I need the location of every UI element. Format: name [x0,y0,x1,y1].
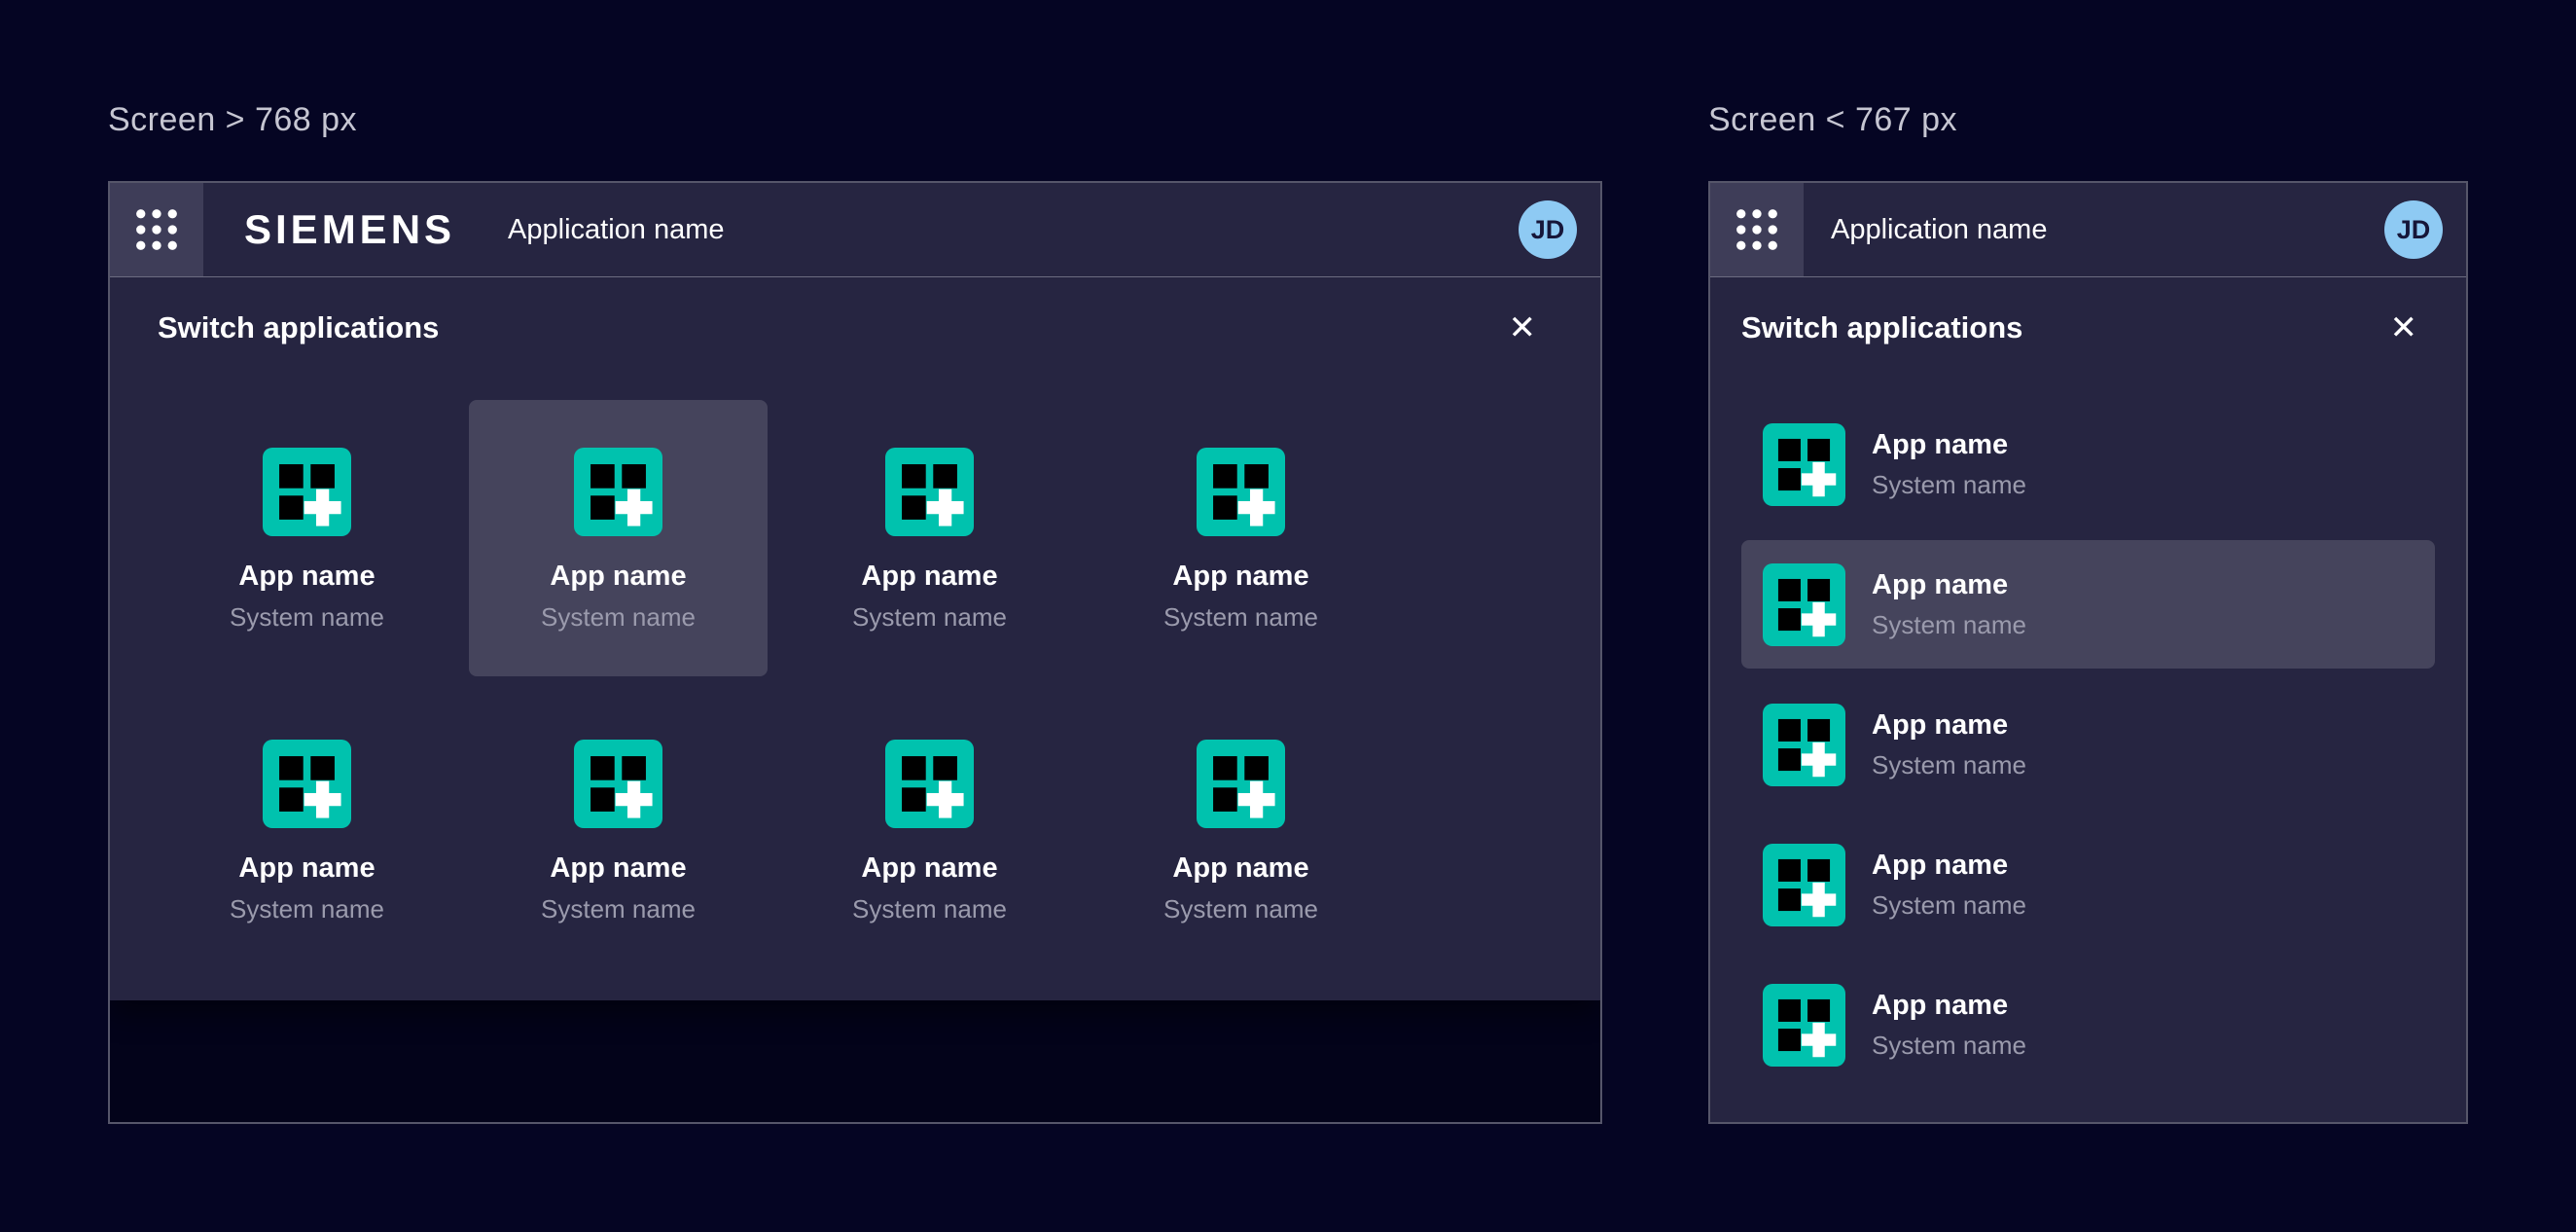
app-list: App name System name App name System name Ap… [1741,400,2435,1124]
app-launcher-button[interactable] [110,183,203,276]
app-list-item[interactable]: App name System name [1741,680,2435,809]
system-name-label: System name [1872,610,2026,640]
app-item-text: App name System name [1872,429,2026,500]
app-name-label: App name [1872,990,2026,1022]
application-title: Application name [508,214,724,246]
siemens-logo: SIEMENS [244,206,455,253]
app-item-text: App name System name [1872,990,2026,1061]
app-item-text: App name System name [1872,569,2026,640]
app-tile[interactable]: App name System name [469,400,768,676]
app-tiles-plus-icon [1197,740,1285,828]
app-name-label: App name [238,561,375,593]
app-header: Application name JD [1710,183,2466,276]
app-list-item[interactable]: App name System name [1741,960,2435,1089]
system-name-label: System name [230,602,384,633]
system-name-label: System name [1872,750,2026,780]
app-tiles-plus-icon [1763,1124,1845,1125]
app-tile[interactable]: App name System name [1091,400,1390,676]
mobile-breakpoint-card: Application name JD Switch applications … [1708,181,2468,1124]
grid-dots-icon [1732,204,1782,255]
user-avatar[interactable]: JD [2384,200,2443,259]
app-name-label: App name [550,561,686,593]
app-tiles-plus-icon [574,448,662,536]
app-name-label: App name [1172,852,1308,885]
switch-applications-panel: Switch applications ✕ App name System nam… [1710,276,2466,1122]
app-tiles-plus-icon [263,448,351,536]
app-header: SIEMENS Application name JD [110,183,1600,276]
app-name-label: App name [238,852,375,885]
app-tiles-plus-icon [885,740,974,828]
app-name-label: App name [1872,709,2026,742]
system-name-label: System name [1872,890,2026,921]
system-name-label: System name [230,894,384,924]
desktop-breakpoint-card: SIEMENS Application name JD Switch appli… [108,181,1602,1124]
close-icon[interactable]: ✕ [2390,311,2418,344]
app-launcher-button[interactable] [1710,183,1804,276]
app-name-label: App name [1872,569,2026,601]
app-name-label: App name [1872,429,2026,461]
app-tiles-plus-icon [1763,844,1845,926]
system-name-label: System name [1163,894,1318,924]
app-item-text: App name System name [1872,850,2026,921]
system-name-label: System name [1872,1031,2026,1061]
app-tiles-plus-icon [263,740,351,828]
app-list-item[interactable]: App nameSystem name [1741,1101,2435,1124]
app-tiles-plus-icon [885,448,974,536]
app-tiles-plus-icon [1763,423,1845,506]
app-tile-grid: App nameSystem nameApp nameSystem nameAp… [158,400,1600,968]
close-icon[interactable]: ✕ [1509,311,1537,344]
app-tiles-plus-icon [1763,984,1845,1067]
system-name-label: System name [1163,602,1318,633]
app-tile[interactable]: App name System name [469,692,768,968]
switch-applications-title: Switch applications [158,310,439,345]
app-list-item[interactable]: App name System name [1741,820,2435,949]
app-tile[interactable]: App name System name [158,400,456,676]
app-tile[interactable]: App name System name [158,692,456,968]
app-list-item[interactable]: App name System name [1741,540,2435,669]
app-name-label: App name [861,561,997,593]
app-name-label: App name [861,852,997,885]
switch-applications-title: Switch applications [1741,310,2022,345]
breakpoint-label-mobile: Screen < 767 px [1708,101,1957,139]
application-title: Application name [1831,214,2047,246]
app-tiles-plus-icon [1763,563,1845,646]
switch-applications-panel: Switch applications ✕ App name System nam… [110,276,1600,1000]
app-tiles-plus-icon [574,740,662,828]
system-name-label: System name [852,894,1007,924]
app-item-text: App name System name [1872,709,2026,780]
user-avatar[interactable]: JD [1519,200,1577,259]
app-tile[interactable]: App name System name [780,400,1079,676]
system-name-label: System name [541,894,696,924]
app-list-item[interactable]: App name System name [1741,400,2435,528]
app-name-label: App name [550,852,686,885]
system-name-label: System name [1872,470,2026,500]
system-name-label: System name [541,602,696,633]
app-tile[interactable]: App name System name [780,692,1079,968]
grid-dots-icon [131,204,182,255]
app-tiles-plus-icon [1763,704,1845,786]
app-name-label: App name [1872,850,2026,882]
breakpoint-label-desktop: Screen > 768 px [108,101,357,139]
app-tile[interactable]: App name System name [1091,692,1390,968]
app-name-label: App name [1172,561,1308,593]
system-name-label: System name [852,602,1007,633]
app-tiles-plus-icon [1197,448,1285,536]
